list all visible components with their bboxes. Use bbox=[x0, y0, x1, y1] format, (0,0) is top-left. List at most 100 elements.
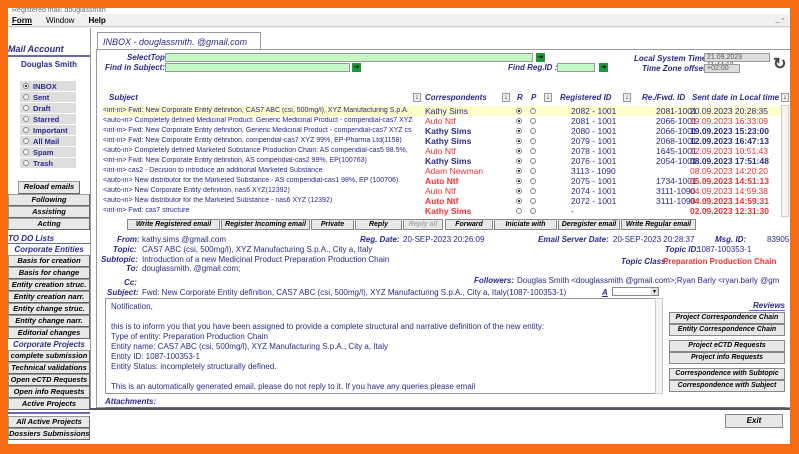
find-subject-input[interactable] bbox=[165, 63, 350, 72]
sort-icon[interactable]: ↓ bbox=[502, 93, 510, 102]
col-fwd-id[interactable]: Re./Fwd. ID bbox=[642, 93, 685, 102]
col-correspondents[interactable]: Correspondents bbox=[425, 93, 487, 102]
sidebar-item-active-projects[interactable]: Active Projects bbox=[8, 398, 90, 410]
email-correspondent: Auto Ntf bbox=[425, 186, 456, 196]
sidebar-item-technical-validations[interactable]: Technical validations bbox=[8, 362, 90, 374]
dropdown-icon[interactable]: ▾ bbox=[651, 288, 658, 295]
sidebar-item-complete-submission[interactable]: complete submission bbox=[8, 350, 90, 362]
sidebar-item-editorial-changes[interactable]: Editorial changes bbox=[8, 327, 90, 339]
review-correspondence-with-subtopic-button[interactable]: Correspondence with Subtopic bbox=[669, 368, 785, 380]
action-write-registered-email-button[interactable]: Write Registered email bbox=[127, 219, 220, 230]
sidebar-item-entity-change-narr-[interactable]: Entity change narr. bbox=[8, 315, 90, 327]
sidebar-item-dossiers-submissions[interactable]: Dossiers Submissions bbox=[8, 428, 90, 440]
body-line bbox=[111, 372, 657, 382]
sidebar-item-all-active-projects[interactable]: All Active Projects bbox=[8, 416, 90, 428]
sidebar-item-following[interactable]: Following bbox=[8, 194, 90, 206]
folder-inbox[interactable]: INBOX bbox=[20, 81, 76, 91]
email-row[interactable]: <int-in> cas2 - Decision to introduce an… bbox=[103, 166, 781, 176]
radio-icon bbox=[23, 127, 29, 133]
email-sent-date: 02.09.2023 12:31:30 bbox=[690, 206, 769, 216]
action-register-incoming-email-button[interactable]: Register Incoming email bbox=[221, 219, 310, 230]
font-a-icon[interactable]: A bbox=[602, 288, 608, 297]
email-row[interactable]: <auto-in> New Corporate Entity definitio… bbox=[103, 186, 781, 196]
menu-window[interactable]: Window bbox=[46, 16, 74, 25]
body-line: this is to inform you that you have been… bbox=[111, 322, 545, 331]
email-body[interactable]: Notification, this is to inform you that … bbox=[105, 298, 663, 394]
list-scrollbar[interactable] bbox=[781, 105, 789, 217]
select-topic-go-icon[interactable]: ➜ bbox=[536, 53, 545, 62]
email-row[interactable]: <int-in> Fwd: cas7 structure Kathy Sims - 0… bbox=[103, 206, 781, 216]
folder-all-mail[interactable]: All Mail bbox=[20, 136, 76, 146]
email-row[interactable]: <auto-in> New distributor for the Market… bbox=[103, 176, 781, 186]
folder-starred[interactable]: Starred bbox=[20, 114, 76, 124]
email-subject: <auto-in> New distributor for the Market… bbox=[103, 177, 399, 184]
find-reg-id-input[interactable] bbox=[557, 63, 595, 72]
folder-trash[interactable]: Trash bbox=[20, 158, 76, 168]
select-topic-input[interactable] bbox=[165, 53, 533, 62]
find-reg-id-go-icon[interactable]: ➜ bbox=[599, 63, 608, 72]
sidebar-item-entity-creation-narr-[interactable]: Entity creation narr. bbox=[8, 291, 90, 303]
sidebar-item-open-ectd-requests[interactable]: Open eCTD Requests bbox=[8, 374, 90, 386]
action-deregister-email-button[interactable]: Deregister email bbox=[558, 219, 620, 230]
radio-icon bbox=[23, 160, 29, 166]
sidebar-item-acting[interactable]: Acting bbox=[8, 218, 90, 230]
action-write-regular-email-button[interactable]: Write Regular email bbox=[621, 219, 696, 230]
reload-emails-button[interactable]: Reload emails bbox=[18, 181, 80, 194]
sidebar-item-assisting[interactable]: Assisting bbox=[8, 206, 90, 218]
sidebar-item-open-info-requests[interactable]: Open info Requests bbox=[8, 386, 90, 398]
sidebar-item-basis-for-creation[interactable]: Basis for creation bbox=[8, 255, 90, 267]
sidebar-item-basis-for-change[interactable]: Basis for change bbox=[8, 267, 90, 279]
refresh-icon[interactable]: ↻ bbox=[773, 54, 786, 74]
action-private-button[interactable]: Private bbox=[311, 219, 354, 230]
sort-icon[interactable]: ↓ bbox=[623, 93, 631, 102]
tab-inbox[interactable]: INBOX - douglassmith. @gmail.com bbox=[97, 32, 261, 50]
review-entity-correspondence-chain-button[interactable]: Entity Correspondence Chain bbox=[669, 324, 785, 336]
email-row[interactable]: <int-in> Fwd: New Corporate Entity defin… bbox=[103, 126, 781, 136]
col-p[interactable]: P bbox=[531, 93, 536, 102]
radio-icon bbox=[530, 188, 536, 194]
col-r[interactable]: R bbox=[517, 93, 523, 102]
email-row[interactable]: <int-in> Fwd: New Corporate Entity defin… bbox=[103, 156, 781, 166]
radio-icon bbox=[530, 118, 536, 124]
folder-important[interactable]: Important bbox=[20, 125, 76, 135]
email-row[interactable]: <int-in> Fwd: New Corporate Entity defin… bbox=[103, 106, 781, 116]
review-project-info-requests-button[interactable]: Project info Requests bbox=[669, 352, 785, 364]
subtopic-value: Introduction of a new Medicinal Product … bbox=[142, 255, 390, 264]
find-subject-go-icon[interactable]: ➜ bbox=[352, 63, 361, 72]
email-row[interactable]: <int-in> Fwd: New Corporate Entity defin… bbox=[103, 136, 781, 146]
email-correspondent: Kathy Sims bbox=[425, 106, 468, 116]
menu-form[interactable]: Form bbox=[12, 16, 32, 25]
font-select[interactable]: ▾ bbox=[612, 287, 659, 296]
radio-icon bbox=[516, 138, 522, 144]
folder-sent[interactable]: Sent bbox=[20, 92, 76, 102]
action-iniciate-with-button[interactable]: Iniciate with bbox=[494, 219, 557, 230]
body-scrollbar[interactable] bbox=[655, 298, 663, 394]
server-date-value: 20-SEP-2023 20:28:37 bbox=[613, 235, 695, 244]
radio-icon bbox=[516, 158, 522, 164]
review-project-correspondence-chain-button[interactable]: Project Correspondence Chain bbox=[669, 312, 785, 324]
email-sent-date: 08.09.2023 17:51:48 bbox=[690, 156, 769, 166]
action-forward-button[interactable]: Forward bbox=[445, 219, 493, 230]
email-subject: <int-in> Fwd: New Corporate Entity defin… bbox=[103, 107, 418, 114]
action-reply-all-button[interactable]: Reply all bbox=[403, 219, 443, 230]
col-subject[interactable]: Subject bbox=[109, 93, 138, 102]
email-row[interactable]: <auto-in> Completely defined Medicinal P… bbox=[103, 116, 781, 126]
review-correspondence-with-subject-button[interactable]: Correspondence with Subject bbox=[669, 380, 785, 392]
email-row[interactable]: <auto-in> Completely defined Marketed Su… bbox=[103, 146, 781, 156]
action-reply-button[interactable]: Reply bbox=[355, 219, 402, 230]
review-project-ectd-requests-button[interactable]: Project eCTD Requests bbox=[669, 340, 785, 352]
sort-icon[interactable]: ↓ bbox=[413, 93, 421, 102]
col-sent-date[interactable]: Sent date in Local time bbox=[692, 93, 779, 102]
email-row[interactable]: <auto-in> New distributor for the Market… bbox=[103, 196, 781, 206]
sort-icon[interactable]: ↓ bbox=[544, 93, 552, 102]
exit-button[interactable]: Exit bbox=[725, 414, 783, 428]
local-time-label: Local System Time bbox=[634, 54, 707, 63]
folder-spam[interactable]: Spam bbox=[20, 147, 76, 157]
sort-icon[interactable]: ↓ bbox=[781, 93, 789, 102]
col-registered-id[interactable]: Registered ID bbox=[560, 93, 612, 102]
sidebar-item-entity-change-struc-[interactable]: Entity change struc. bbox=[8, 303, 90, 315]
folder-draft[interactable]: Draft bbox=[20, 103, 76, 113]
window-controls[interactable]: _ ▫ bbox=[776, 16, 784, 23]
sidebar-item-entity-creation-struc-[interactable]: Entity creation struc. bbox=[8, 279, 90, 291]
menu-help[interactable]: Help bbox=[88, 16, 105, 25]
